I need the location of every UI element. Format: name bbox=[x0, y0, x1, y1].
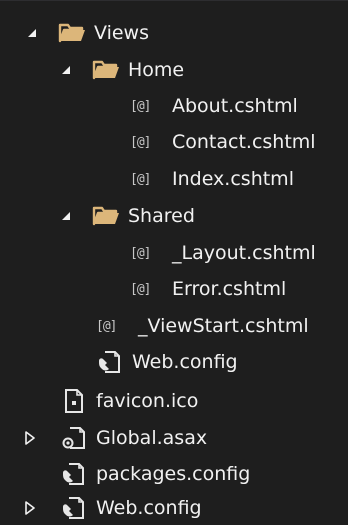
tree-item-label: Shared bbox=[128, 205, 195, 227]
image-file-icon bbox=[60, 388, 88, 414]
tree-item-favicon-file[interactable]: favicon.ico bbox=[0, 383, 348, 419]
config-file-icon bbox=[60, 461, 88, 487]
tree-item-label: Web.config bbox=[132, 351, 238, 373]
tree-item-label: favicon.ico bbox=[96, 390, 199, 412]
config-file-icon bbox=[96, 349, 124, 375]
tree-item-label: Index.cshtml bbox=[172, 168, 294, 190]
tree-item-views-folder[interactable]: Views bbox=[0, 15, 348, 51]
tree-item-views-webconfig-file[interactable]: Web.config bbox=[0, 344, 348, 380]
tree-item-index-file[interactable]: [@] Index.cshtml bbox=[0, 161, 348, 197]
tree-item-layout-file[interactable]: [@] _Layout.cshtml bbox=[0, 235, 348, 271]
tree-item-label: Web.config bbox=[96, 497, 202, 519]
tree-item-label: packages.config bbox=[96, 463, 251, 485]
tree-item-packages-config-file[interactable]: packages.config bbox=[0, 456, 348, 492]
tree-item-label: _ViewStart.cshtml bbox=[138, 315, 309, 337]
tree-item-global-asax-file[interactable]: Global.asax bbox=[0, 420, 348, 456]
tree-item-viewstart-file[interactable]: [@] _ViewStart.cshtml bbox=[0, 308, 348, 344]
tree-item-label: Home bbox=[128, 59, 185, 81]
tree-item-label: About.cshtml bbox=[172, 95, 298, 117]
expanded-arrow-icon[interactable] bbox=[56, 60, 76, 80]
tree-item-shared-folder[interactable]: Shared bbox=[0, 198, 348, 234]
tree-item-about-file[interactable]: [@] About.cshtml bbox=[0, 88, 348, 124]
collapsed-arrow-icon[interactable] bbox=[20, 498, 40, 518]
tree-item-label: Views bbox=[94, 22, 149, 44]
tree-item-label: Error.cshtml bbox=[172, 278, 287, 300]
config-file-icon bbox=[60, 495, 88, 521]
tree-item-error-file[interactable]: [@] Error.cshtml bbox=[0, 271, 348, 307]
razor-file-icon: [@] bbox=[130, 98, 151, 114]
solution-explorer-tree: Views Home [@] About.cshtml [@] Contact.… bbox=[0, 0, 348, 525]
tree-item-label: Contact.cshtml bbox=[172, 131, 316, 153]
folder-open-icon bbox=[92, 57, 120, 83]
tree-item-contact-file[interactable]: [@] Contact.cshtml bbox=[0, 124, 348, 160]
tree-item-label: _Layout.cshtml bbox=[172, 242, 316, 264]
razor-file-icon: [@] bbox=[130, 171, 151, 187]
razor-file-icon: [@] bbox=[130, 245, 151, 261]
asax-file-icon bbox=[60, 425, 88, 451]
tree-item-label: Global.asax bbox=[96, 427, 208, 449]
folder-open-icon bbox=[92, 203, 120, 229]
razor-file-icon: [@] bbox=[130, 134, 151, 150]
tree-item-root-webconfig-file[interactable]: Web.config bbox=[0, 490, 348, 525]
expanded-arrow-icon[interactable] bbox=[22, 23, 42, 43]
razor-file-icon: [@] bbox=[130, 281, 151, 297]
tree-item-home-folder[interactable]: Home bbox=[0, 52, 348, 88]
collapsed-arrow-icon[interactable] bbox=[20, 428, 40, 448]
expanded-arrow-icon[interactable] bbox=[56, 206, 76, 226]
folder-open-icon bbox=[58, 20, 86, 46]
razor-file-icon: [@] bbox=[96, 318, 117, 334]
